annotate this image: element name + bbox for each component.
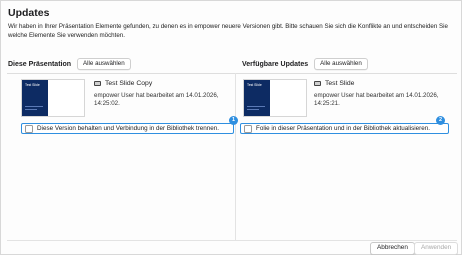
right-thumbnail-title: Test Slide [247,83,262,87]
right-heading: Verfügbare Updates [242,60,309,68]
updates-dialog: Updates Wir haben in Ihrer Präsentation … [0,0,462,255]
cancel-button[interactable]: Abbrechen [370,242,415,255]
keep-version-checkbox[interactable] [25,124,33,133]
left-meta-line1: empower User hat bearbeitet am 14.01.202… [94,92,219,99]
step-badge-1: 1 [229,116,238,125]
right-meta-line1: empower User hat bearbeitet am 14.01.202… [314,92,439,99]
left-slide-title: Test Slide Copy [94,80,152,87]
dialog-title: Updates [8,7,50,19]
slide-icon [314,81,321,86]
update-slide-option[interactable]: Folie in dieser Präsentation und in der … [240,123,449,134]
right-meta-line2: 14:25:21. [314,100,340,108]
right-column-header: Verfügbare Updates Alle auswählen [242,58,368,70]
update-slide-checkbox[interactable] [244,124,252,133]
dialog-description: Wir haben in Ihrer Präsentation Elemente… [8,23,448,39]
keep-version-label: Diese Version behalten und Verbindung in… [37,125,220,132]
right-slide-title: Test Slide [314,80,354,87]
left-meta-line2: 14:25:02. [94,100,120,108]
left-select-all-button[interactable]: Alle auswählen [77,58,131,70]
left-thumbnail-title: Test Slide [25,83,40,87]
left-slide-name: Test Slide Copy [105,80,153,87]
column-divider [235,73,236,241]
footer-divider [7,240,457,241]
left-heading: Diese Präsentation [8,60,72,68]
apply-button[interactable]: Anwenden [414,242,459,255]
right-slide-name: Test Slide [325,80,355,87]
left-slide-thumbnail: Test Slide [21,79,85,117]
keep-version-option[interactable]: Diese Version behalten und Verbindung in… [21,123,234,134]
left-column-header: Diese Präsentation Alle auswählen [8,58,131,70]
right-slide-meta: empower User hat bearbeitet am 14.01.202… [314,92,439,109]
left-slide-meta: empower User hat bearbeitet am 14.01.202… [94,92,219,109]
slide-icon [94,81,101,86]
step-badge-2: 2 [436,116,445,125]
header-divider [7,73,457,74]
update-slide-label: Folie in dieser Präsentation und in der … [256,125,430,132]
right-slide-thumbnail: Test Slide [243,79,307,117]
right-select-all-button[interactable]: Alle auswählen [314,58,368,70]
